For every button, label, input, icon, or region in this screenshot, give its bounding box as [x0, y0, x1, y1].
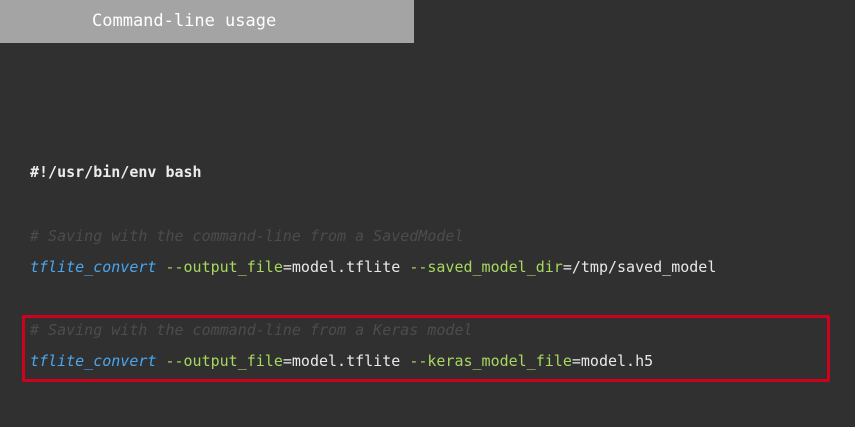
highlight-box [22, 315, 830, 382]
command-name: tflite_convert [30, 258, 157, 276]
shebang-line: #!/usr/bin/env bash [30, 163, 202, 181]
value-output-file: =model.tflite [282, 258, 401, 276]
slide-title: Command-line usage [92, 11, 277, 31]
slide-title-bar: Command-line usage [0, 0, 414, 43]
comment-savedmodel: # Saving with the command-line from a Sa… [30, 227, 464, 245]
command-savedmodel: tflite_convert --output_file=model.tflit… [30, 257, 716, 277]
flag-output-file: --output_file [165, 258, 283, 276]
value-saved-model-dir: =/tmp/saved_model [562, 258, 717, 276]
flag-saved-model-dir: --saved_model_dir [409, 258, 563, 276]
